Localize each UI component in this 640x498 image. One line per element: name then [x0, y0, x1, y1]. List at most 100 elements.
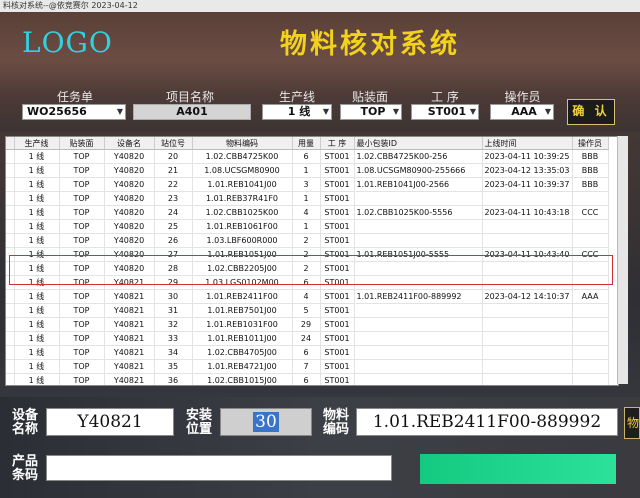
row-indicator[interactable] — [6, 275, 15, 290]
row-indicator[interactable] — [6, 345, 15, 360]
item-label: 项目名称 — [165, 90, 214, 104]
status-indicator — [420, 454, 616, 484]
table-cell — [572, 219, 609, 234]
table-cell: 6 — [292, 373, 321, 385]
row-indicator[interactable] — [6, 149, 15, 164]
row-indicator[interactable] — [6, 331, 15, 346]
column-header[interactable]: 物料编码 — [192, 137, 293, 150]
table-cell: Y40821 — [104, 303, 155, 318]
table-row[interactable]: 1 线 TOP Y40820 24 1.02.CBB1025K00 4 ST001 1.02.… — [6, 205, 609, 220]
grid-vertical-scrollbar[interactable] — [617, 136, 628, 384]
line-value: 1 线 — [287, 105, 311, 118]
row-indicator[interactable] — [6, 191, 15, 206]
table-cell: 1 线 — [14, 275, 60, 290]
row-indicator[interactable] — [6, 289, 15, 304]
table-row[interactable]: 1 线 TOP Y40820 21 1.08.UCSGM80900 1 ST001 1.08.… — [6, 163, 609, 178]
column-header[interactable]: 工 序 — [320, 137, 355, 150]
table-cell: TOP — [59, 303, 105, 318]
column-header[interactable]: 站位号 — [154, 137, 193, 150]
table-cell — [572, 303, 609, 318]
row-indicator[interactable] — [6, 317, 15, 332]
table-row[interactable]: 1 线 TOP Y40821 30 1.01.REB2411F00 4 ST001 1.01.… — [6, 289, 609, 304]
table-cell: 22 — [154, 177, 193, 192]
table-cell: 6 — [292, 275, 321, 290]
table-cell: ST001 — [320, 373, 355, 385]
table-row[interactable]: 1 线 TOP Y40821 29 1.03.LGS0102M00 6 ST001 — [6, 275, 609, 290]
confirm-button[interactable]: 确 认 — [567, 99, 615, 125]
table-row[interactable]: 1 线 TOP Y40821 33 1.01.REB1011J00 24 ST001 — [6, 331, 609, 346]
column-header[interactable]: 设备名 — [104, 137, 155, 150]
table-row[interactable]: 1 线 TOP Y40820 26 1.03.LBF600R000 2 ST001 — [6, 233, 609, 248]
table-cell: 1 线 — [14, 247, 60, 262]
table-cell: Y40820 — [104, 205, 155, 220]
table-row[interactable]: 1 线 TOP Y40820 22 1.01.REB1041J00 3 ST001 1.01.… — [6, 177, 609, 192]
column-header[interactable]: 最小包装ID — [354, 137, 483, 150]
table-cell: TOP — [59, 345, 105, 360]
table-cell — [354, 331, 483, 346]
table-row[interactable]: 1 线 TOP Y40820 20 1.02.CBB4725K00 6 ST001 1.02.… — [6, 149, 609, 164]
column-header[interactable]: 上线时间 — [482, 137, 573, 150]
position-value: 30 — [253, 412, 279, 432]
table-cell: 1.08.UCSGM80900 — [192, 163, 293, 178]
table-cell: 1.01.REB2411F00-889992 — [354, 289, 483, 304]
column-header[interactable]: 操作员 — [572, 137, 609, 150]
table-cell: 4 — [292, 289, 321, 304]
row-indicator[interactable] — [6, 177, 15, 192]
task-select[interactable]: WO25656 ▼ — [22, 104, 126, 120]
table-cell: 1.01.REB1041J00 — [192, 177, 293, 192]
material-side-button[interactable]: 物 — [624, 407, 640, 439]
row-indicator[interactable] — [6, 303, 15, 318]
table-cell: 36 — [154, 373, 193, 385]
table-row[interactable]: 1 线 TOP Y40821 36 1.02.CBB1015J00 6 ST001 — [6, 373, 609, 385]
row-indicator[interactable] — [6, 373, 15, 385]
barcode-input[interactable] — [46, 455, 392, 481]
row-indicator[interactable] — [6, 247, 15, 262]
table-cell — [572, 317, 609, 332]
column-header[interactable]: 生产线 — [14, 137, 60, 150]
table-cell — [354, 345, 483, 360]
table-cell: 3 — [292, 177, 321, 192]
process-select[interactable]: ST001 ▼ — [411, 104, 479, 120]
table-cell — [482, 345, 573, 360]
device-field[interactable]: Y40821 — [46, 408, 174, 436]
row-indicator[interactable] — [6, 205, 15, 220]
table-cell: Y40820 — [104, 261, 155, 276]
row-indicator[interactable] — [6, 219, 15, 234]
table-cell — [482, 359, 573, 374]
table-cell: 7 — [292, 359, 321, 374]
table-cell: 1 — [292, 219, 321, 234]
table-cell: 24 — [292, 331, 321, 346]
line-select[interactable]: 1 线 ▼ — [262, 104, 332, 120]
table-cell: 1 线 — [14, 205, 60, 220]
table-row[interactable]: 1 线 TOP Y40821 34 1.02.CBB4705J00 6 ST001 — [6, 345, 609, 360]
table-row[interactable]: 1 线 TOP Y40820 25 1.01.REB1061F00 1 ST001 — [6, 219, 609, 234]
table-cell: 1.01.REB37R41F0 — [192, 191, 293, 206]
task-label: 任务单 — [56, 90, 93, 104]
table-cell — [354, 261, 483, 276]
table-row[interactable]: 1 线 TOP Y40821 31 1.01.REB7501J00 5 ST001 — [6, 303, 609, 318]
table-row[interactable]: 1 线 TOP Y40821 35 1.01.REB4721J00 7 ST001 — [6, 359, 609, 374]
table-row[interactable]: 1 线 TOP Y40821 32 1.01.REB1031F00 29 ST001 — [6, 317, 609, 332]
material-grid[interactable]: 生产线 贴装面 设备名 站位号 物料编码 用量 工 序 最小包装ID 上线时间 … — [5, 136, 619, 386]
row-indicator[interactable] — [6, 163, 15, 178]
column-header[interactable]: 贴装面 — [59, 137, 105, 150]
column-header[interactable]: 用量 — [292, 137, 321, 150]
table-cell: 35 — [154, 359, 193, 374]
table-cell: 2 — [292, 261, 321, 276]
table-cell: 1.02.CBB1025K00 — [192, 205, 293, 220]
row-indicator[interactable] — [6, 261, 15, 276]
grid-header-row: 生产线 贴装面 设备名 站位号 物料编码 用量 工 序 最小包装ID 上线时间 … — [6, 137, 609, 150]
table-cell: 1.01.REB1061F00 — [192, 219, 293, 234]
row-indicator[interactable] — [6, 359, 15, 374]
row-indicator[interactable] — [6, 233, 15, 248]
position-field[interactable]: 30 — [220, 408, 312, 436]
table-row[interactable]: 1 线 TOP Y40820 28 1.02.CBB2205J00 2 ST001 — [6, 261, 609, 276]
material-code-field[interactable]: 1.01.REB2411F00-889992 — [356, 408, 618, 436]
table-cell: BBB — [572, 177, 609, 192]
table-row[interactable]: 1 线 TOP Y40820 23 1.01.REB37R41F0 1 ST001 — [6, 191, 609, 206]
table-cell: Y40821 — [104, 359, 155, 374]
table-row[interactable]: 1 线 TOP Y40820 27 1.01.REB1051J00 2 ST001 1.01.… — [6, 247, 609, 262]
table-cell: 20 — [154, 149, 193, 164]
operator-select[interactable]: AAA ▼ — [490, 104, 554, 120]
surface-select[interactable]: TOP ▼ — [340, 104, 402, 120]
